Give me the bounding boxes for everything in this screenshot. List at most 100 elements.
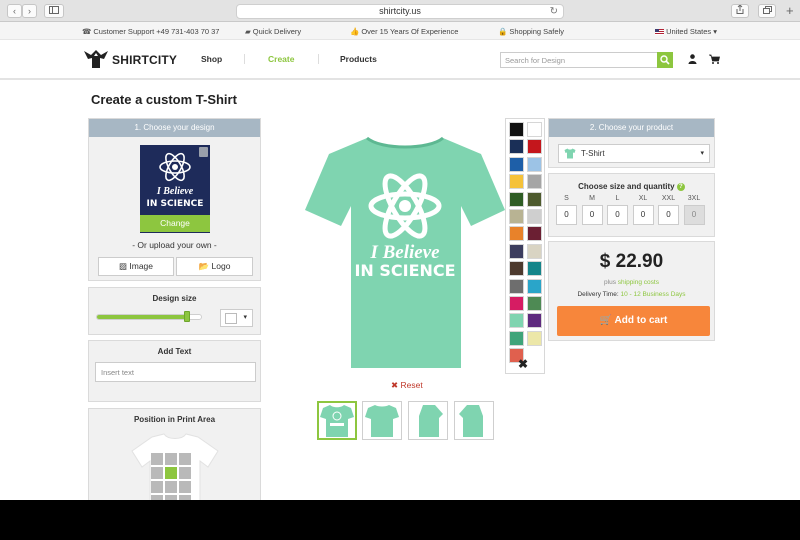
tabs-icon [762, 6, 772, 14]
color-swatch[interactable] [527, 313, 542, 329]
color-swatch[interactable] [527, 226, 542, 242]
search-button[interactable] [657, 52, 673, 68]
position-cell[interactable] [179, 453, 191, 465]
product-select[interactable]: T-Shirt ▾ [558, 144, 710, 163]
position-cell[interactable] [179, 481, 191, 493]
folder-icon: 📂 [198, 261, 210, 271]
add-text-panel: Add Text Insert text [88, 340, 261, 402]
nav-shop[interactable]: Shop [201, 54, 222, 64]
color-swatch[interactable] [509, 278, 524, 294]
position-cell[interactable] [165, 467, 177, 479]
color-swatch[interactable] [509, 296, 524, 311]
quantity-input[interactable]: 0 [607, 205, 628, 225]
shirtcity-logo-icon[interactable] [82, 48, 110, 70]
region-selector[interactable]: United States ▾ [655, 27, 717, 36]
sidebar-toggle-button[interactable] [44, 4, 64, 18]
position-cell[interactable] [165, 495, 177, 500]
color-swatch[interactable] [527, 139, 542, 155]
position-title: Position in Print Area [133, 415, 216, 424]
new-tab-icon[interactable]: + [786, 3, 794, 18]
color-swatch[interactable] [527, 330, 542, 346]
design-panel: 1. Choose your design I Believe IN SCIEN… [88, 118, 261, 281]
position-cell[interactable] [151, 467, 163, 479]
position-cell[interactable] [165, 453, 177, 465]
add-text-input[interactable]: Insert text [95, 362, 256, 382]
support-info: ☎ Customer Support +49 731-403 70 37 [82, 27, 220, 36]
phone-icon: ☎ [82, 27, 92, 36]
color-swatch[interactable] [527, 243, 542, 259]
trash-icon[interactable] [199, 147, 208, 157]
position-cell[interactable] [151, 453, 163, 465]
cart-icon[interactable] [709, 54, 720, 64]
nav-create[interactable]: Create [268, 54, 294, 64]
info-bar: ☎ Customer Support +49 731-403 70 37 ▰ Qui… [0, 22, 800, 40]
color-swatch[interactable] [509, 174, 524, 190]
color-swatch[interactable] [509, 139, 524, 155]
color-swatch[interactable] [509, 209, 524, 224]
color-swatch[interactable] [509, 243, 524, 259]
view-thumbnail-front[interactable] [317, 401, 357, 440]
quantity-input[interactable]: 0 [658, 205, 679, 225]
quantity-input[interactable]: 0 [683, 205, 705, 225]
reset-button[interactable]: ✖ Reset [391, 380, 423, 391]
tshirt-icon [564, 148, 576, 159]
position-cell[interactable] [179, 495, 191, 500]
close-palette-icon[interactable]: ✖ [518, 357, 528, 371]
print-line-1: I Believe [369, 242, 440, 263]
color-swatch[interactable] [509, 122, 524, 137]
page-title: Create a custom T-Shirt [91, 92, 237, 107]
upload-logo-button[interactable]: 📂 Logo [176, 257, 253, 276]
color-swatch[interactable] [509, 261, 524, 277]
shipping-link[interactable]: shipping costs [618, 279, 659, 286]
view-thumbnail-back[interactable] [362, 401, 402, 440]
color-swatch[interactable] [527, 174, 542, 190]
color-swatch[interactable] [509, 313, 524, 329]
size-label: XL [638, 195, 648, 202]
tabs-button[interactable] [758, 4, 776, 18]
nav-products[interactable]: Products [340, 54, 377, 64]
us-flag-icon [655, 29, 664, 36]
change-design-button[interactable]: Change [140, 215, 210, 232]
color-swatch[interactable] [509, 191, 524, 207]
reload-icon[interactable]: ↻ [550, 5, 558, 18]
lock-icon: 🔒 [498, 27, 508, 36]
position-cell[interactable] [179, 467, 191, 479]
logo-text[interactable]: SHIRTCITY [112, 53, 177, 67]
search-input[interactable]: Search for Design [500, 52, 658, 68]
color-swatch[interactable] [527, 122, 542, 137]
position-cell[interactable] [151, 481, 163, 493]
back-button[interactable]: ‹ [7, 4, 22, 18]
add-text-title: Add Text [157, 347, 192, 356]
position-cell[interactable] [165, 481, 177, 493]
quantity-input[interactable]: 0 [556, 205, 577, 225]
color-swatch[interactable] [527, 278, 542, 294]
color-swatch[interactable] [509, 226, 524, 242]
share-button[interactable] [731, 4, 749, 18]
address-bar[interactable]: shirtcity.us ↻ [236, 4, 564, 19]
quantity-input[interactable]: 0 [632, 205, 654, 225]
color-swatch[interactable] [527, 261, 542, 277]
size-label: M [589, 195, 595, 202]
browser-viewport: ‹ › shirtcity.us ↻ + ☎ Customer Support +… [0, 0, 800, 500]
view-thumbnail-left[interactable] [408, 401, 448, 440]
add-to-cart-button[interactable]: 🛒 Add to cart [557, 306, 710, 336]
product-panel: 2. Choose your product T-Shirt ▾ [548, 118, 715, 168]
upload-image-button[interactable]: ▨ Image [98, 257, 174, 276]
design-color-dropdown[interactable]: ▾ [220, 309, 253, 327]
close-icon: ✖ [391, 380, 399, 390]
shirt-back-thumb [365, 405, 399, 437]
view-thumbnail-right[interactable] [454, 401, 494, 440]
help-icon[interactable]: ? [676, 182, 685, 191]
slider-handle[interactable] [184, 311, 191, 322]
color-swatch[interactable] [527, 156, 542, 172]
forward-button[interactable]: › [22, 4, 37, 18]
color-swatch[interactable] [527, 209, 542, 224]
user-icon[interactable] [688, 54, 697, 64]
nav-divider [318, 54, 319, 64]
color-swatch[interactable] [527, 191, 542, 207]
color-swatch[interactable] [509, 330, 524, 346]
color-swatch[interactable] [509, 156, 524, 172]
position-cell[interactable] [151, 495, 163, 500]
quantity-input[interactable]: 0 [581, 205, 603, 225]
color-swatch[interactable] [527, 296, 542, 311]
